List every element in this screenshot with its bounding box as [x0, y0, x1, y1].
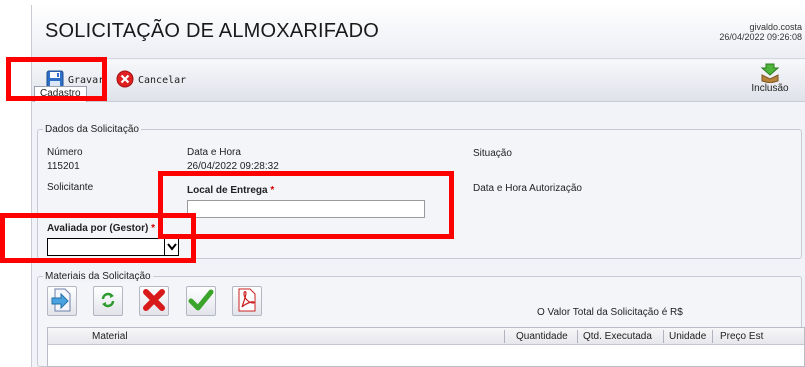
refresh-button[interactable]	[93, 286, 123, 316]
column-divider	[712, 330, 713, 343]
cancel-button[interactable]: Cancelar	[116, 70, 186, 90]
chevron-down-icon[interactable]	[164, 239, 178, 255]
dados-legend: Dados da Solicitação	[43, 124, 141, 135]
user-name: givaldo.costa	[749, 22, 802, 32]
materiais-table: Material Quantidade Qtd. Executada Unida…	[47, 327, 805, 367]
column-header-quantidade[interactable]: Quantidade	[516, 331, 568, 342]
red-x-icon	[142, 288, 166, 315]
table-header: Material Quantidade Qtd. Executada Unida…	[48, 328, 804, 345]
export-button[interactable]	[47, 286, 77, 316]
data-hora-value: 26/04/2022 09:28:32	[187, 161, 279, 172]
numero-value: 115201	[47, 161, 80, 172]
pdf-icon	[237, 288, 257, 315]
required-mark: *	[270, 185, 275, 196]
refresh-icon	[99, 291, 117, 312]
column-header-unidade[interactable]: Unidade	[669, 331, 706, 342]
avaliada-label-text: Avaliada por (Gestor)	[47, 223, 149, 234]
data-autorizacao-label: Data e Hora Autorização	[473, 183, 582, 194]
pdf-button[interactable]	[232, 286, 262, 316]
title-bar: SOLICITAÇÃO DE ALMOXARIFADO givaldo.cost…	[32, 5, 805, 59]
box-arrow-icon	[748, 63, 792, 83]
page-title: SOLICITAÇÃO DE ALMOXARIFADO	[45, 20, 379, 42]
session-datetime: 26/04/2022 09:26:08	[719, 32, 802, 42]
materiais-legend: Materiais da Solicitação	[43, 271, 153, 282]
avaliada-label: Avaliada por (Gestor) *	[47, 223, 155, 234]
solicitante-label: Solicitante	[47, 182, 94, 193]
tab-cadastro[interactable]: Cadastro	[34, 86, 87, 102]
column-divider	[663, 330, 664, 343]
local-entrega-label-text: Local de Entrega	[187, 185, 268, 196]
toolbar: Gravar Cancelar Inclusão	[32, 60, 805, 102]
column-header-preco-est[interactable]: Preço Est	[720, 331, 763, 342]
column-divider	[577, 330, 578, 343]
numero-label: Número	[47, 147, 83, 158]
local-entrega-label: Local de Entrega *	[187, 185, 274, 196]
delete-button[interactable]	[139, 286, 169, 316]
column-divider	[504, 330, 505, 343]
avaliada-select[interactable]	[47, 238, 179, 256]
data-hora-label: Data e Hora	[187, 147, 241, 158]
confirm-button[interactable]	[186, 286, 216, 316]
cancel-icon	[116, 70, 134, 91]
inclusao-button[interactable]: Inclusão	[748, 63, 792, 94]
column-header-material[interactable]: Material	[92, 331, 128, 342]
check-icon	[188, 288, 214, 315]
situacao-label: Situação	[473, 148, 512, 159]
local-entrega-input[interactable]	[187, 200, 425, 218]
required-mark: *	[151, 223, 156, 234]
save-button-label: Gravar	[68, 74, 105, 86]
cancel-button-label: Cancelar	[138, 74, 187, 86]
export-icon	[51, 288, 73, 315]
inclusao-label: Inclusão	[751, 83, 789, 94]
column-header-qtd-executada[interactable]: Qtd. Executada	[583, 331, 652, 342]
total-value-text: O Valor Total da Solicitação é R$	[537, 307, 683, 318]
